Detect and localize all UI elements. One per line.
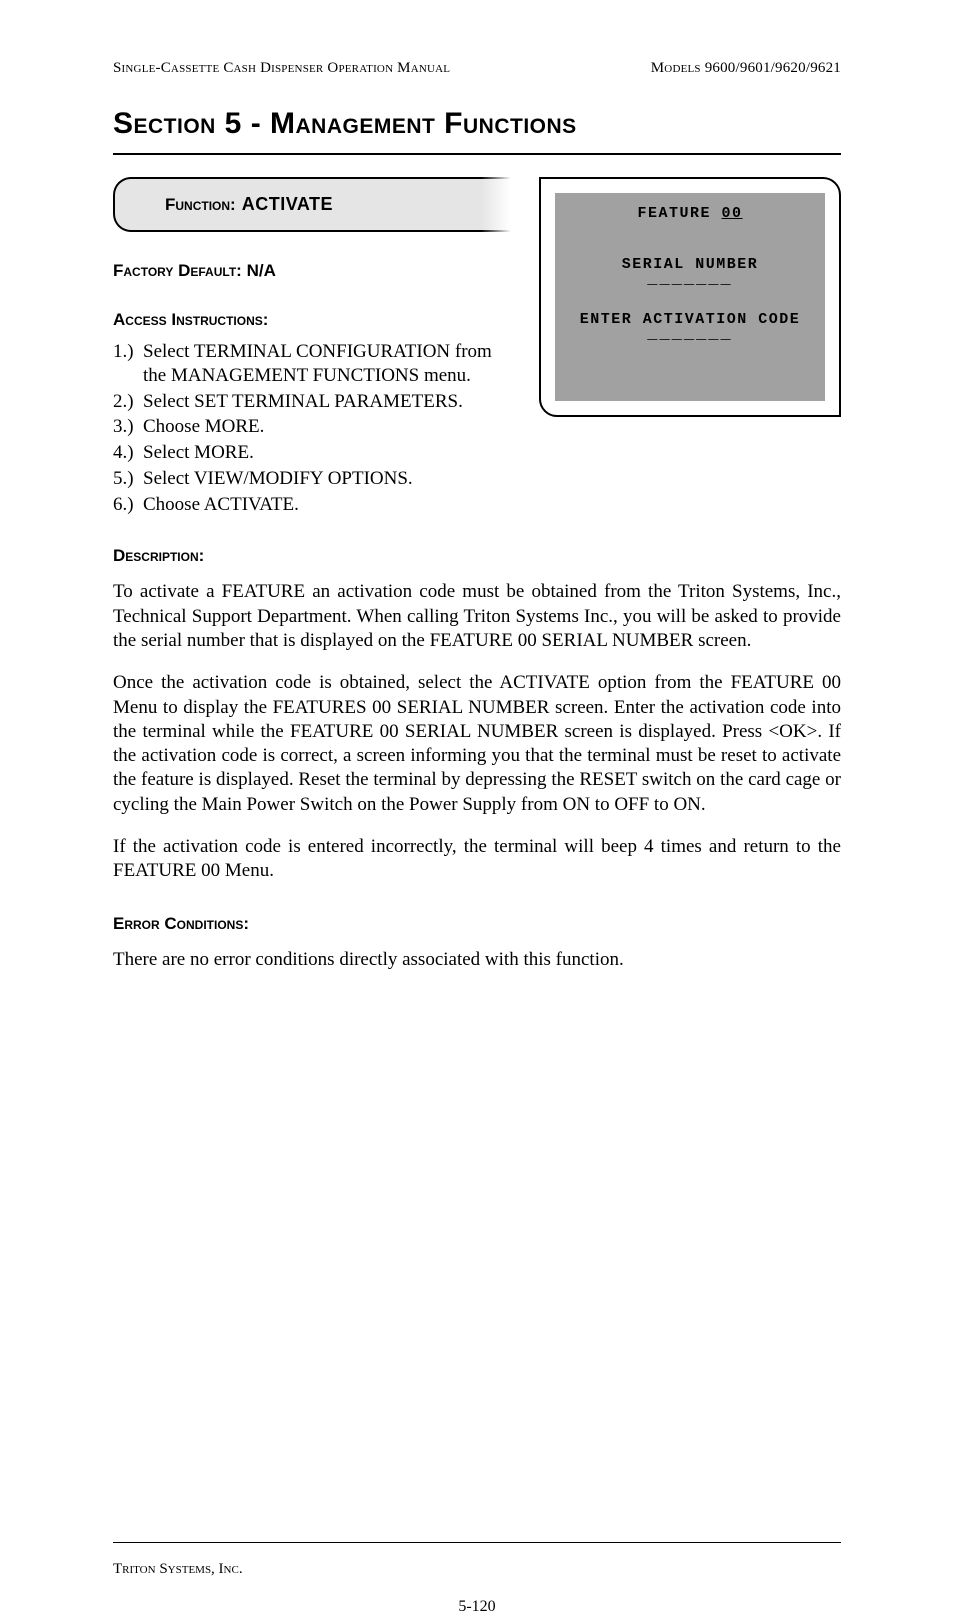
fade-overlay <box>481 177 511 232</box>
terminal-screen: FEATURE 00 SERIAL NUMBER _______ ENTER A… <box>539 177 841 417</box>
description-p3: If the activation code is entered incorr… <box>113 835 841 884</box>
screen-serial-slots: _______ <box>555 275 825 285</box>
list-item: 3.)Choose MORE. <box>113 415 513 439</box>
page-number: 5-120 <box>113 1598 841 1616</box>
function-name: ACTIVATE <box>242 194 333 215</box>
footer-divider <box>113 1542 841 1543</box>
factory-default-value: N/A <box>247 261 276 280</box>
factory-default-label: Factory Default: <box>113 261 242 280</box>
error-conditions-text: There are no error conditions directly a… <box>113 948 841 972</box>
list-item: 4.)Select MORE. <box>113 441 513 465</box>
list-item: 1.)Select TERMINAL CONFIGURATION from th… <box>113 340 513 388</box>
section-title: Section 5 - Management Functions <box>113 107 841 141</box>
list-item: 6.)Choose ACTIVATE. <box>113 493 513 517</box>
screen-inner: FEATURE 00 SERIAL NUMBER _______ ENTER A… <box>555 193 825 401</box>
header-left: Single-Cassette Cash Dispenser Operation… <box>113 60 450 77</box>
function-title-box: Function: ACTIVATE <box>113 177 511 232</box>
footer-company: Triton Systems, Inc. <box>113 1561 841 1578</box>
error-conditions-label: Error Conditions: <box>113 914 841 934</box>
screen-feature-line: FEATURE 00 <box>555 205 825 222</box>
function-label: Function: <box>165 195 236 215</box>
divider <box>113 153 841 155</box>
page-header: Single-Cassette Cash Dispenser Operation… <box>113 60 841 77</box>
description-p2: Once the activation code is obtained, se… <box>113 671 841 817</box>
access-instructions-list: 1.)Select TERMINAL CONFIGURATION from th… <box>113 340 513 516</box>
factory-default-row: Factory Default: N/A <box>113 260 513 282</box>
list-item: 2.)Select SET TERMINAL PARAMETERS. <box>113 390 513 414</box>
list-item: 5.)Select VIEW/MODIFY OPTIONS. <box>113 467 513 491</box>
header-right: Models 9600/9601/9620/9621 <box>651 60 841 77</box>
access-instructions-label: Access Instructions: <box>113 310 513 330</box>
description-label: Description: <box>113 546 841 566</box>
description-p1: To activate a FEATURE an activation code… <box>113 580 841 653</box>
screen-code-slots: _______ <box>555 330 825 340</box>
